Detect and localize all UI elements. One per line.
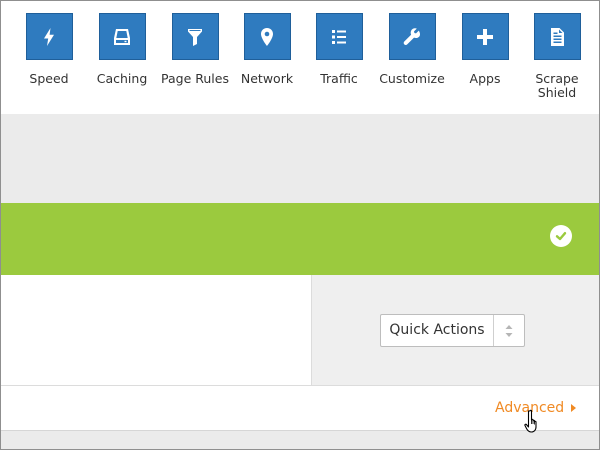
nav-item-traffic[interactable]: Traffic bbox=[304, 13, 374, 86]
nav-item-apps[interactable]: Apps bbox=[450, 13, 520, 86]
location-pin-icon bbox=[243, 13, 291, 60]
document-icon bbox=[533, 13, 581, 60]
hand-cursor-icon bbox=[524, 409, 537, 433]
nav-item-caching[interactable]: Caching bbox=[87, 13, 157, 86]
nav-label: Caching bbox=[96, 71, 148, 86]
list-icon bbox=[315, 13, 363, 60]
nav-label: Page Rules bbox=[161, 71, 229, 86]
nav-label: Network bbox=[240, 71, 294, 86]
wrench-icon bbox=[388, 13, 436, 60]
quick-actions-label: Quick Actions bbox=[381, 315, 494, 346]
nav-label: Traffic bbox=[320, 71, 358, 86]
nav-label: Apps bbox=[469, 71, 501, 86]
nav-label: Speed bbox=[29, 71, 69, 86]
select-arrows-icon bbox=[494, 315, 524, 346]
nav-item-customize[interactable]: Customize bbox=[377, 13, 447, 86]
quick-actions-select[interactable]: Quick Actions bbox=[380, 314, 525, 347]
status-bar bbox=[0, 203, 600, 275]
nav-label: Customize bbox=[379, 71, 445, 86]
plus-icon bbox=[461, 13, 509, 60]
nav-item-scrape-shield[interactable]: Scrape Shield bbox=[522, 13, 592, 100]
filter-icon bbox=[171, 13, 219, 60]
nav-item-speed[interactable]: Speed bbox=[14, 13, 84, 86]
caret-right-icon bbox=[571, 404, 577, 412]
nav-item-network[interactable]: Network bbox=[232, 13, 302, 86]
top-navigation: Speed Caching Page Rules Network Traffic… bbox=[0, 0, 600, 114]
lightning-icon bbox=[25, 13, 73, 60]
nav-label: Scrape Shield bbox=[535, 71, 579, 100]
content-panel bbox=[0, 275, 311, 386]
nav-item-page-rules[interactable]: Page Rules bbox=[160, 13, 230, 86]
drive-icon bbox=[98, 13, 146, 60]
checkmark-icon bbox=[550, 225, 572, 247]
